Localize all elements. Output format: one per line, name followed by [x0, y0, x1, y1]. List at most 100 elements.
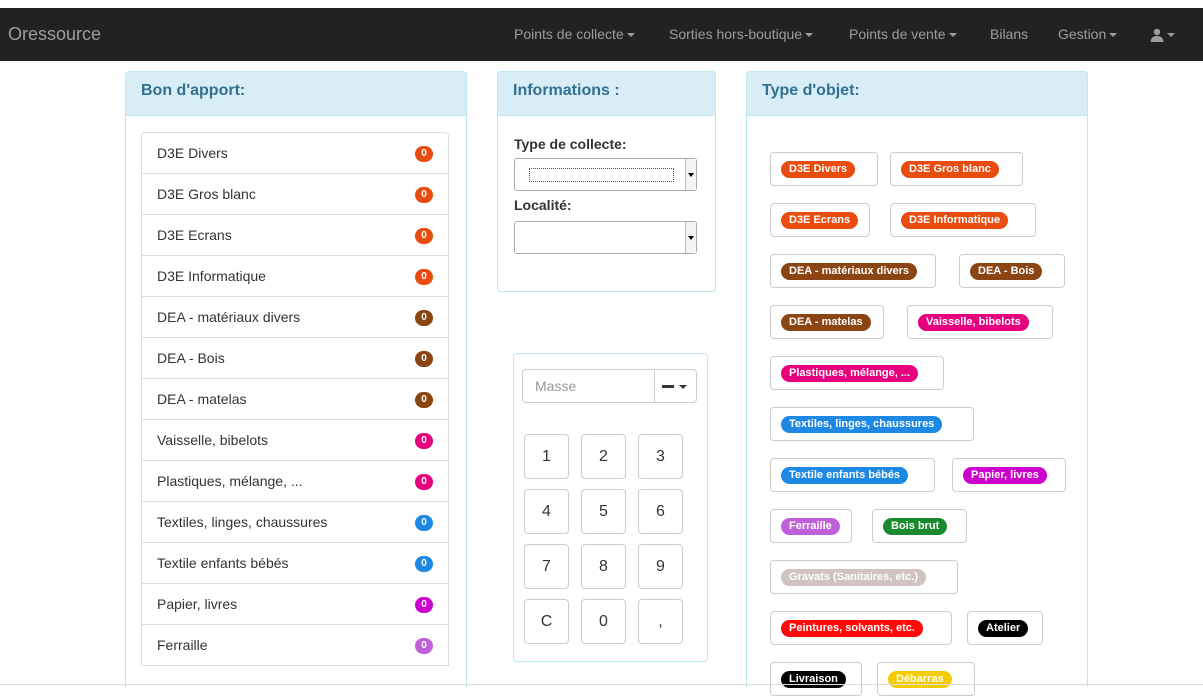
type-objet-button[interactable]: Débarras	[877, 662, 975, 696]
key-button[interactable]: ,	[638, 599, 683, 644]
type-objet-label: Ferraille	[781, 518, 840, 535]
count-badge: 0	[415, 474, 433, 490]
list-item-label: Textiles, linges, chaussures	[157, 514, 328, 530]
type-objet-label: D3E Ecrans	[781, 212, 859, 229]
navbar: Oressource Points de collecte Sorties ho…	[0, 8, 1203, 61]
localite-select[interactable]	[514, 221, 697, 254]
nav-gestion[interactable]: Gestion	[1058, 8, 1118, 61]
count-badge: 0	[415, 392, 433, 408]
caret-down-icon	[1167, 33, 1175, 38]
type-objet-button[interactable]: D3E Ecrans	[770, 203, 870, 237]
nav-points-de-collecte[interactable]: Points de collecte	[514, 8, 635, 61]
type-objet-button[interactable]: DEA - matériaux divers	[770, 254, 936, 288]
type-objet-button[interactable]: Papier, livres	[952, 458, 1066, 492]
list-item[interactable]: Ferraille 0	[141, 625, 449, 666]
count-badge: 0	[415, 597, 433, 613]
type-objet-label: Gravats (Sanitaires, etc.)	[781, 569, 927, 586]
panel-title: Type d'objet:	[747, 72, 1087, 116]
count-badge: 0	[415, 351, 433, 367]
type-objet-button[interactable]: D3E Divers	[770, 152, 878, 186]
list-item[interactable]: Plastiques, mélange, ... 0	[141, 461, 449, 502]
list-item[interactable]: D3E Gros blanc 0	[141, 174, 449, 215]
key-button[interactable]: 9	[638, 544, 683, 589]
caret-down-icon	[948, 33, 957, 38]
count-badge: 0	[415, 638, 433, 654]
focus-ring	[529, 168, 674, 182]
type-objet-label: DEA - Bois	[970, 263, 1043, 280]
unit-dropdown-button[interactable]	[654, 369, 697, 403]
type-objet-button[interactable]: Vaisselle, bibelots	[907, 305, 1053, 339]
list-item[interactable]: DEA - matériaux divers 0	[141, 297, 449, 338]
type-collecte-select[interactable]	[514, 158, 697, 191]
key-button[interactable]: 0	[581, 599, 626, 644]
type-objet-label: Atelier	[978, 620, 1029, 637]
key-button[interactable]: 6	[638, 489, 683, 534]
keypad-panel: Masse 123 456 789 C0,	[513, 353, 708, 662]
type-objet-button[interactable]: Textile enfants bébés	[770, 458, 935, 492]
page-bottom-border	[0, 684, 1203, 685]
type-objet-button[interactable]: D3E Gros blanc	[890, 152, 1023, 186]
key-button[interactable]: 5	[581, 489, 626, 534]
key-button[interactable]: 4	[524, 489, 569, 534]
list-item[interactable]: DEA - Bois 0	[141, 338, 449, 379]
list-item-label: DEA - matériaux divers	[157, 309, 301, 325]
caret-down-icon	[679, 385, 687, 389]
list-item[interactable]: Textile enfants bébés 0	[141, 543, 449, 584]
list-item-label: DEA - Bois	[157, 350, 225, 366]
count-badge: 0	[415, 515, 433, 531]
type-objet-button[interactable]: Gravats (Sanitaires, etc.)	[770, 560, 958, 594]
list-item-label: Textile enfants bébés	[157, 555, 289, 571]
brand-logo[interactable]: Oressource	[8, 8, 101, 61]
masse-input[interactable]: Masse	[522, 369, 655, 403]
type-objet-button[interactable]: Ferraille	[770, 509, 852, 543]
caret-down-icon	[805, 33, 814, 38]
type-objet-label: Vaisselle, bibelots	[918, 314, 1029, 331]
type-objet-button[interactable]: D3E Informatique	[890, 203, 1036, 237]
type-objet-panel: Type d'objet: D3E Divers D3E Gros blanc D3…	[746, 71, 1088, 696]
panel-title: Bon d'apport:	[126, 72, 466, 116]
list-item-label: Vaisselle, bibelots	[157, 432, 269, 448]
type-objet-button[interactable]: Atelier	[967, 611, 1043, 645]
count-badge: 0	[415, 269, 433, 285]
bon-apport-panel: Bon d'apport: D3E Divers 0 D3E Gros blanc 0…	[125, 71, 467, 687]
select-arrow-icon	[685, 222, 696, 253]
type-objet-label: Bois brut	[883, 518, 948, 535]
nav-bilans[interactable]: Bilans	[990, 8, 1028, 61]
select-arrow-icon	[685, 159, 696, 190]
list-item[interactable]: Papier, livres 0	[141, 584, 449, 625]
type-objet-button[interactable]: Plastiques, mélange, ...	[770, 356, 944, 390]
key-button[interactable]: 7	[524, 544, 569, 589]
type-objet-button[interactable]: DEA - matelas	[770, 305, 884, 339]
type-objet-button[interactable]: Textiles, linges, chaussures	[770, 407, 974, 441]
key-button[interactable]: C	[524, 599, 569, 644]
list-item-label: Ferraille	[157, 637, 208, 653]
localite-label: Localité:	[514, 197, 572, 213]
type-objet-button[interactable]: Bois brut	[872, 509, 967, 543]
panel-title: Informations :	[498, 72, 715, 116]
list-item[interactable]: D3E Informatique 0	[141, 256, 449, 297]
count-badge: 0	[415, 310, 433, 326]
list-item[interactable]: D3E Ecrans 0	[141, 215, 449, 256]
nav-points-de-vente[interactable]: Points de vente	[849, 8, 957, 61]
nav-sorties-hors-boutique[interactable]: Sorties hors-boutique	[669, 8, 814, 61]
type-objet-button[interactable]: DEA - Bois	[959, 254, 1065, 288]
list-item-label: D3E Ecrans	[157, 227, 232, 243]
list-item[interactable]: Vaisselle, bibelots 0	[141, 420, 449, 461]
nav-user-menu[interactable]	[1150, 8, 1175, 61]
key-button[interactable]: 3	[638, 434, 683, 479]
list-item[interactable]: D3E Divers 0	[141, 132, 449, 174]
type-objet-button[interactable]: Livraison	[770, 662, 862, 696]
type-objet-label: Peintures, solvants, etc.	[781, 620, 923, 637]
key-button[interactable]: 2	[581, 434, 626, 479]
key-button[interactable]: 1	[524, 434, 569, 479]
count-badge: 0	[415, 146, 433, 162]
key-button[interactable]: 8	[581, 544, 626, 589]
list-item[interactable]: Textiles, linges, chaussures 0	[141, 502, 449, 543]
type-objet-label: DEA - matériaux divers	[781, 263, 918, 280]
list-item-label: DEA - matelas	[157, 391, 247, 407]
list-item[interactable]: DEA - matelas 0	[141, 379, 449, 420]
type-collecte-label: Type de collecte:	[514, 136, 627, 152]
type-objet-button[interactable]: Peintures, solvants, etc.	[770, 611, 952, 645]
type-objet-label: D3E Gros blanc	[901, 161, 999, 178]
type-objet-label: Papier, livres	[963, 467, 1047, 484]
